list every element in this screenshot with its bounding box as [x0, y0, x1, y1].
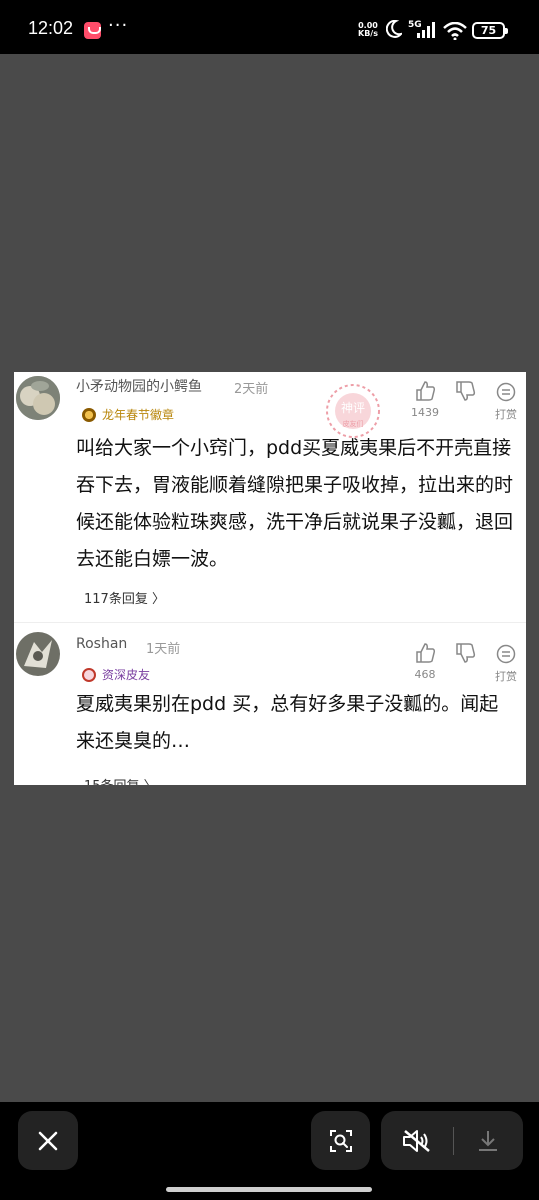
status-bar: 12:02 ··· 0.00 KB/s 5G 75: [0, 0, 539, 54]
home-indicator[interactable]: [166, 1187, 372, 1192]
dislike-button[interactable]: [452, 380, 478, 406]
badge-label: 资深皮友: [102, 668, 151, 682]
tip-coin-icon: [496, 644, 516, 664]
dragon-badge-icon: [82, 407, 96, 422]
visual-search-icon: [329, 1129, 352, 1152]
tip-button[interactable]: 打赏: [492, 644, 520, 684]
media-controls-group: [381, 1111, 523, 1170]
sound-muted-icon: [403, 1129, 430, 1152]
comment-time: 1天前: [146, 642, 181, 657]
avatar: [16, 632, 60, 676]
app-notification-icon: [84, 22, 101, 39]
comment-username[interactable]: Roshan: [76, 636, 127, 652]
thumbs-up-icon: [416, 381, 436, 401]
badge-label: 龙年春节徽章: [102, 408, 175, 422]
close-button[interactable]: [18, 1111, 78, 1170]
mute-button[interactable]: [381, 1111, 453, 1170]
thumbs-down-icon: [456, 381, 476, 401]
download-button[interactable]: [454, 1111, 522, 1170]
view-replies-link[interactable]: 117条回复 〉: [84, 588, 165, 607]
close-icon: [38, 1131, 58, 1150]
tip-label: 打赏: [495, 670, 517, 683]
wifi-icon: [443, 22, 467, 40]
more-notifications-icon: ···: [108, 15, 129, 36]
divider: [14, 622, 526, 623]
stamp-title: 神评: [341, 401, 365, 415]
view-replies-link[interactable]: 15条回复 〉: [84, 775, 157, 785]
tip-label: 打赏: [495, 408, 517, 421]
network-speed-unit: KB/s: [358, 29, 378, 38]
signal-strength-icon: [417, 22, 435, 38]
do-not-disturb-moon-icon: [386, 20, 402, 38]
viewer-toolbar: [0, 1102, 539, 1200]
clock: 12:02: [28, 18, 74, 38]
comment-time: 2天前: [234, 382, 269, 397]
user-badge: 资深皮友: [82, 666, 150, 683]
like-count: 1439: [411, 406, 439, 419]
thumbs-up-icon: [416, 643, 436, 663]
download-icon: [479, 1130, 497, 1151]
like-button[interactable]: 1439: [410, 380, 440, 419]
viewer-screen: 12:02 ··· 0.00 KB/s 5G 75 小矛动物园的小鳄鱼 2天前 …: [0, 0, 539, 1200]
thumbs-down-icon: [456, 643, 476, 663]
visual-search-button[interactable]: [311, 1111, 370, 1170]
veteran-badge-icon: [82, 667, 96, 682]
comment-screenshot-image[interactable]: 小矛动物园的小鳄鱼 2天前 龙年春节徽章 神评 皮友们 1439 打赏 叫给大家…: [14, 372, 526, 785]
stamp-subtitle: 皮友们: [343, 419, 364, 428]
tip-button[interactable]: 打赏: [492, 382, 520, 422]
comment-username[interactable]: 小矛动物园的小鳄鱼: [76, 376, 202, 396]
comment-text: 夏威夷果别在pdd 买，总有好多果子没瓤的。闻起来还臭臭的…: [76, 693, 499, 752]
like-count: 468: [414, 668, 436, 681]
comment-text: 叫给大家一个小窍门，pdd买夏威夷果后不开壳直接吞下去，胃液能顺着缝隙把果子吸收…: [76, 437, 514, 570]
battery-indicator: 75: [472, 22, 508, 39]
avatar: [16, 376, 60, 420]
network-speed: 0.00 KB/s: [358, 22, 378, 38]
dislike-button[interactable]: [452, 642, 478, 668]
like-button[interactable]: 468: [410, 642, 440, 681]
tip-coin-icon: [496, 382, 516, 402]
user-badge: 龙年春节徽章: [82, 406, 174, 423]
